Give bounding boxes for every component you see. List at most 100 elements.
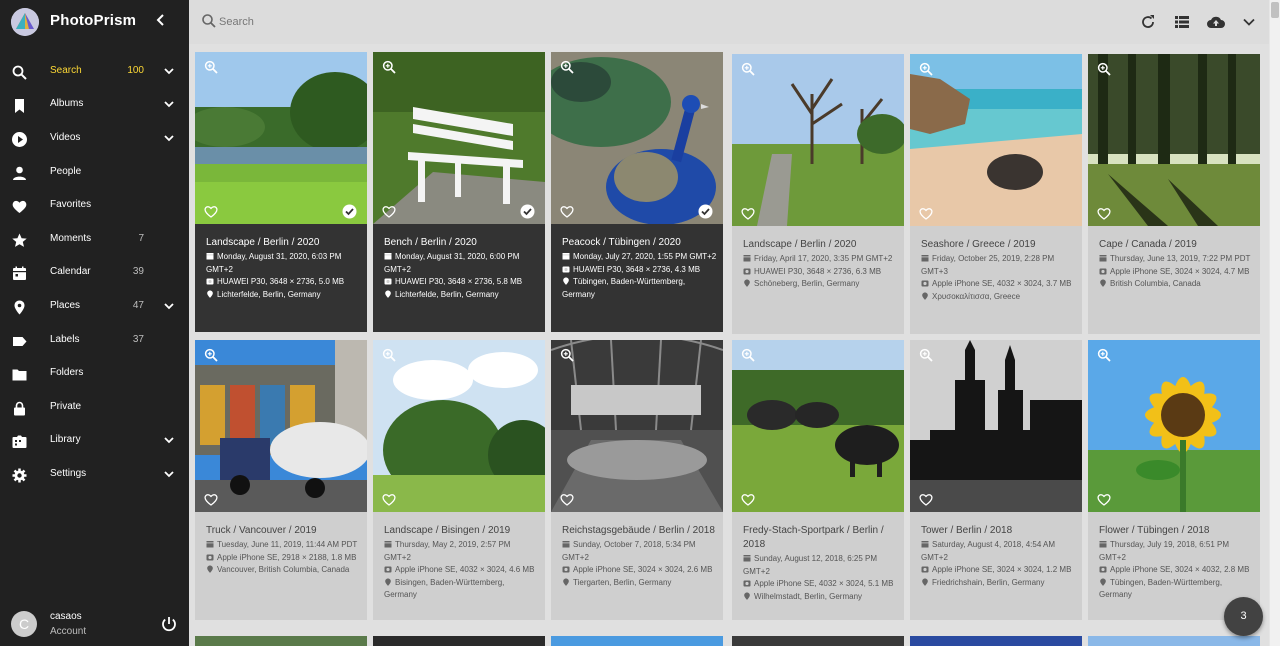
chevron-down-icon[interactable] — [163, 64, 175, 78]
avatar[interactable]: C — [11, 611, 37, 637]
zoom-icon[interactable] — [204, 348, 218, 362]
zoom-icon[interactable] — [919, 62, 933, 76]
photo-card[interactable]: Landscape / Berlin / 2020 Monday, August … — [195, 52, 367, 332]
photo-location: Vancouver, British Columbia, Canada — [217, 565, 350, 574]
sidebar-item-favorites[interactable]: Favorites — [0, 189, 189, 223]
photo-thumbnail[interactable] — [195, 340, 367, 512]
photo-title[interactable]: Landscape / Berlin / 2020 — [743, 238, 898, 252]
photo-title[interactable]: Cape / Canada / 2019 — [1099, 238, 1254, 252]
favorite-heart-icon[interactable] — [560, 493, 574, 506]
favorite-heart-icon[interactable] — [560, 205, 574, 218]
photo-title[interactable]: Landscape / Berlin / 2020 — [206, 236, 361, 250]
zoom-icon[interactable] — [741, 62, 755, 76]
photo-thumbnail[interactable] — [910, 340, 1082, 512]
sidebar-item-labels[interactable]: Labels 37 — [0, 324, 189, 358]
zoom-icon[interactable] — [382, 348, 396, 362]
photo-title[interactable]: Seashore / Greece / 2019 — [921, 238, 1076, 252]
sidebar-item-videos[interactable]: Videos — [0, 122, 189, 156]
zoom-icon[interactable] — [204, 60, 218, 74]
photo-thumbnail[interactable] — [910, 54, 1082, 226]
photo-title[interactable]: Landscape / Bisingen / 2019 — [384, 524, 539, 538]
photo-title[interactable]: Tower / Berlin / 2018 — [921, 524, 1076, 538]
photo-card[interactable]: Truck / Vancouver / 2019 Tuesday, June 11… — [195, 340, 367, 620]
favorite-heart-icon[interactable] — [741, 493, 755, 506]
photo-thumbnail-partial[interactable] — [910, 636, 1082, 646]
upload-icon[interactable] — [1206, 13, 1226, 31]
scrollbar[interactable] — [1269, 0, 1280, 646]
photo-title[interactable]: Truck / Vancouver / 2019 — [206, 524, 361, 538]
favorite-heart-icon[interactable] — [1097, 493, 1111, 506]
photo-thumbnail[interactable] — [551, 340, 723, 512]
zoom-icon[interactable] — [560, 348, 574, 362]
sidebar-item-settings[interactable]: Settings — [0, 458, 189, 492]
selected-check-icon[interactable] — [342, 204, 357, 219]
photo-title[interactable]: Flower / Tübingen / 2018 — [1099, 524, 1254, 538]
sidebar-item-calendar[interactable]: Calendar 39 — [0, 256, 189, 290]
favorite-heart-icon[interactable] — [919, 493, 933, 506]
chevron-down-icon[interactable] — [163, 467, 175, 481]
photo-title[interactable]: Reichstagsgebäude / Berlin / 2018 — [562, 524, 717, 538]
refresh-icon[interactable] — [1139, 13, 1157, 31]
chevron-down-icon[interactable] — [163, 433, 175, 447]
photo-thumbnail[interactable] — [1088, 340, 1260, 512]
photo-thumbnail-partial[interactable] — [551, 636, 723, 646]
favorite-heart-icon[interactable] — [919, 207, 933, 220]
account-footer[interactable]: C casaos Account — [0, 604, 189, 646]
zoom-icon[interactable] — [741, 348, 755, 362]
photo-thumbnail-partial[interactable] — [732, 636, 904, 646]
favorite-heart-icon[interactable] — [204, 493, 218, 506]
favorite-heart-icon[interactable] — [741, 207, 755, 220]
photo-card[interactable]: Seashore / Greece / 2019 Friday, October … — [910, 54, 1082, 334]
photo-card[interactable]: Cape / Canada / 2019 Thursday, June 13, 2… — [1088, 54, 1260, 334]
photo-thumbnail[interactable] — [732, 54, 904, 226]
selected-check-icon[interactable] — [698, 204, 713, 219]
search-input[interactable] — [219, 12, 619, 32]
photo-thumbnail[interactable] — [1088, 54, 1260, 226]
collapse-sidebar-button[interactable] — [153, 11, 169, 33]
selected-check-icon[interactable] — [520, 204, 535, 219]
photo-thumbnail[interactable] — [373, 52, 545, 224]
photo-title[interactable]: Bench / Berlin / 2020 — [384, 236, 539, 250]
favorite-heart-icon[interactable] — [204, 205, 218, 218]
zoom-icon[interactable] — [919, 348, 933, 362]
sidebar-item-library[interactable]: Library — [0, 424, 189, 458]
sidebar-item-moments[interactable]: Moments 7 — [0, 223, 189, 257]
photo-card[interactable]: Reichstagsgebäude / Berlin / 2018 Sunday,… — [551, 340, 723, 620]
chevron-down-icon[interactable] — [163, 299, 175, 313]
photo-thumbnail[interactable] — [373, 340, 545, 512]
chevron-down-icon[interactable] — [1240, 13, 1258, 31]
sidebar-item-places[interactable]: Places 47 — [0, 290, 189, 324]
sidebar-item-folders[interactable]: Folders — [0, 357, 189, 391]
favorite-heart-icon[interactable] — [382, 493, 396, 506]
favorite-heart-icon[interactable] — [1097, 207, 1111, 220]
photo-title[interactable]: Peacock / Tübingen / 2020 — [562, 236, 717, 250]
photo-thumbnail-partial[interactable] — [1088, 636, 1260, 646]
zoom-icon[interactable] — [382, 60, 396, 74]
photo-card[interactable]: Flower / Tübingen / 2018 Thursday, July 1… — [1088, 340, 1260, 620]
photo-card[interactable]: Landscape / Bisingen / 2019 Thursday, May… — [373, 340, 545, 620]
chevron-down-icon[interactable] — [163, 97, 175, 111]
list-view-icon[interactable] — [1173, 13, 1191, 31]
sidebar-item-search[interactable]: Search 100 — [0, 55, 189, 89]
photo-thumbnail-partial[interactable] — [373, 636, 545, 646]
photo-card[interactable]: Peacock / Tübingen / 2020 Monday, July 27… — [551, 52, 723, 332]
selection-count-button[interactable]: 3 — [1224, 597, 1263, 636]
photo-card[interactable]: Bench / Berlin / 2020 Monday, August 31, … — [373, 52, 545, 332]
photo-thumbnail[interactable] — [551, 52, 723, 224]
zoom-icon[interactable] — [1097, 348, 1111, 362]
zoom-icon[interactable] — [560, 60, 574, 74]
sidebar-item-private[interactable]: Private — [0, 391, 189, 425]
photo-card[interactable]: Fredy-Stach-Sportpark / Berlin / 2018 Sun… — [732, 340, 904, 620]
photo-title[interactable]: Fredy-Stach-Sportpark / Berlin / 2018 — [743, 524, 898, 552]
power-icon[interactable] — [160, 615, 178, 633]
photo-thumbnail-partial[interactable] — [195, 636, 367, 646]
zoom-icon[interactable] — [1097, 62, 1111, 76]
sidebar-item-people[interactable]: People — [0, 156, 189, 190]
favorite-heart-icon[interactable] — [382, 205, 396, 218]
photo-thumbnail[interactable] — [732, 340, 904, 512]
chevron-down-icon[interactable] — [163, 131, 175, 145]
photo-card[interactable]: Tower / Berlin / 2018 Saturday, August 4,… — [910, 340, 1082, 620]
sidebar-item-albums[interactable]: Albums — [0, 88, 189, 122]
photo-card[interactable]: Landscape / Berlin / 2020 Friday, April 1… — [732, 54, 904, 334]
photo-thumbnail[interactable] — [195, 52, 367, 224]
